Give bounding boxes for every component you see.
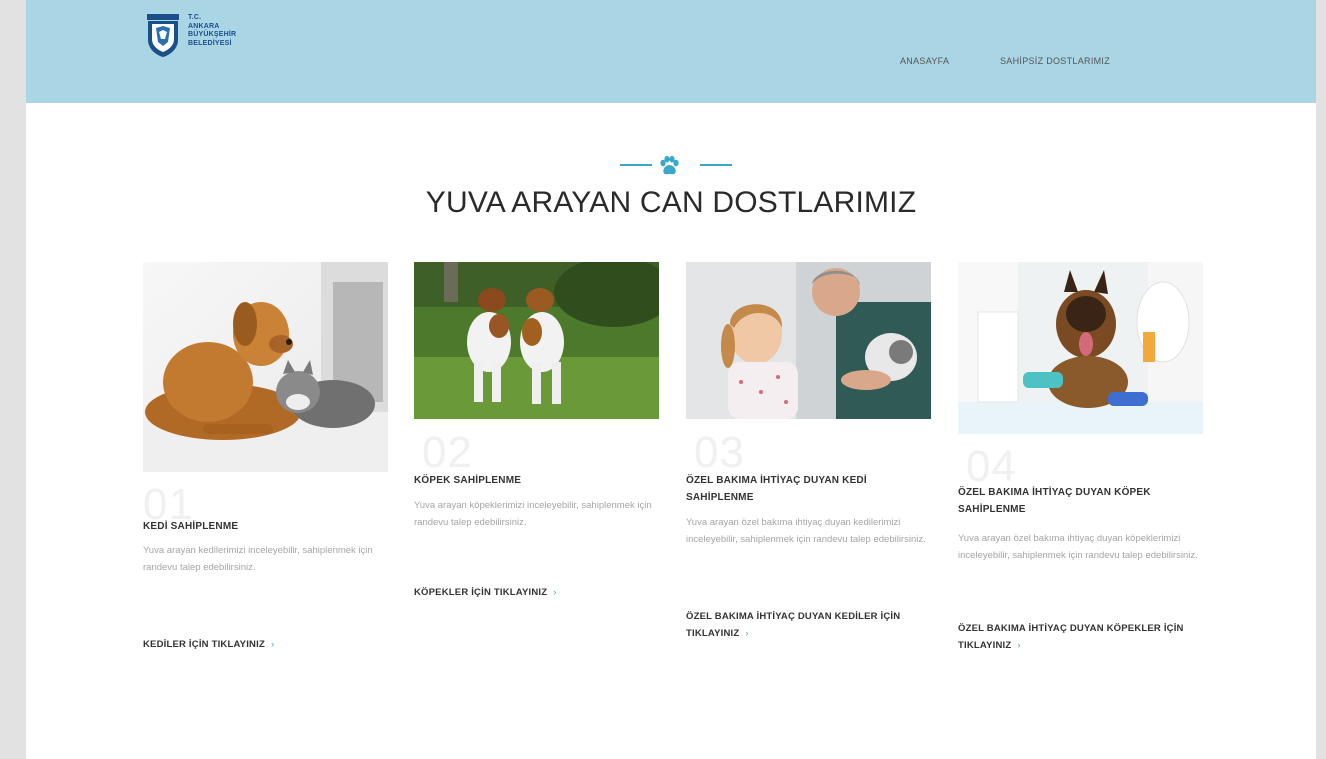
nav-home-link[interactable]: ANASAYFA — [900, 56, 949, 66]
card-title: ÖZEL BAKIMA İHTİYAÇ DUYAN KEDİ SAHİPLENM… — [686, 475, 867, 503]
card-title: ÖZEL BAKIMA İHTİYAÇ DUYAN KÖPEK SAHİPLEN… — [958, 487, 1151, 515]
logo-line: T.C. — [188, 14, 202, 21]
chevron-right-icon: › — [745, 628, 749, 639]
section-title: YUVA ARAYAN CAN DOSTLARIMIZ — [425, 186, 917, 219]
chevron-right-icon: › — [270, 639, 275, 650]
special-care-cats-link[interactable]: ÖZEL BAKIMA İHTİYAÇ DUYAN KEDİLER İÇİN T… — [686, 608, 926, 642]
link-label: KÖPEKLER İÇİN TIKLAYINIZ — [414, 587, 548, 598]
card-description: Yuva arayan köpeklerimizi inceleyebilir,… — [414, 500, 652, 528]
link-label: ÖZEL BAKIMA İHTİYAÇ DUYAN KEDİLER İÇİN T… — [686, 611, 901, 639]
card-title: KEDİ SAHİPLENME — [143, 521, 239, 532]
link-label: KEDİLER İÇİN TIKLAYINIZ — [143, 639, 265, 650]
dogs-link[interactable]: KÖPEKLER İÇİN TIKLAYINIZ › — [414, 584, 654, 601]
card-title: KÖPEK SAHİPLENME — [414, 475, 522, 486]
logo-line: BÜYÜKŞEHİR — [188, 31, 237, 39]
site-logo[interactable]: T.C. ANKARA BÜYÜKŞEHİR BELEDİYESİ — [146, 12, 306, 72]
link-label: ÖZEL BAKIMA İHTİYAÇ DUYAN KÖPEKLER İÇİN … — [958, 623, 1184, 651]
title-divider-left — [620, 164, 652, 166]
chevron-right-icon: › — [553, 587, 557, 598]
card-number: 02 — [422, 428, 473, 477]
card-number: 03 — [694, 428, 745, 477]
logo-line: ANKARA — [188, 22, 220, 30]
two-dogs-playing-photo[interactable] — [414, 262, 659, 419]
card-description: Yuva arayan özel bakıma ihtiyaç duyan ke… — [686, 517, 926, 545]
girl-with-kitten-photo[interactable] — [686, 262, 931, 419]
paw-icon — [660, 155, 679, 175]
title-divider-right — [700, 164, 732, 166]
card-description: Yuva arayan kedilerimizi inceleyebilir, … — [143, 545, 373, 573]
page: T.C. ANKARA BÜYÜKŞEHİR BELEDİYESİ ANASAY… — [26, 0, 1316, 759]
dog-and-cat-photo[interactable] — [143, 262, 388, 472]
logo-line: BELEDİYESİ — [188, 39, 232, 47]
logo-text: T.C. ANKARA BÜYÜKŞEHİR BELEDİYESİ — [188, 14, 236, 48]
chevron-right-icon: › — [1017, 640, 1021, 651]
card-description: Yuva arayan özel bakıma ihtiyaç duyan kö… — [958, 533, 1198, 561]
special-care-dogs-link[interactable]: ÖZEL BAKIMA İHTİYAÇ DUYAN KÖPEKLER İÇİN … — [958, 620, 1198, 654]
site-header: T.C. ANKARA BÜYÜKŞEHİR BELEDİYESİ ANASAY… — [26, 0, 1316, 103]
municipality-shield-icon — [147, 14, 179, 57]
nav-stray-pets-link[interactable]: SAHİPSİZ DOSTLARIMIZ — [1000, 56, 1110, 66]
dog-at-vet-photo[interactable] — [958, 262, 1203, 434]
cats-link[interactable]: KEDİLER İÇİN TIKLAYINIZ › — [143, 636, 383, 653]
